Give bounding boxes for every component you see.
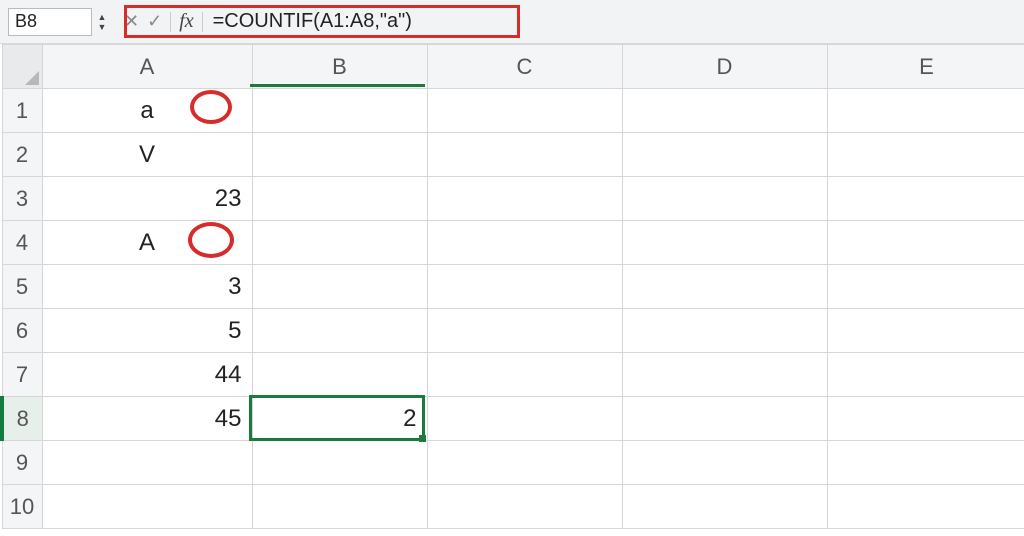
stepper-down-icon[interactable]: ▼ — [94, 22, 110, 32]
enter-icon[interactable]: ✓ — [147, 11, 162, 32]
cell-D7[interactable] — [622, 353, 827, 397]
spreadsheet-grid: A B C D E 1 a 2 V — [0, 44, 1024, 529]
row-header-5[interactable]: 5 — [2, 265, 42, 309]
cell-A7[interactable]: 44 — [42, 353, 252, 397]
row-header-1[interactable]: 1 — [2, 89, 42, 133]
cell-A1[interactable]: a — [42, 89, 252, 133]
cell-C5[interactable] — [427, 265, 622, 309]
cell-A9[interactable] — [42, 441, 252, 485]
row-header-10[interactable]: 10 — [2, 485, 42, 529]
row-header-7[interactable]: 7 — [2, 353, 42, 397]
row-header-8[interactable]: 8 — [2, 397, 42, 441]
row-1: 1 a — [2, 89, 1024, 133]
cell-A5[interactable]: 3 — [42, 265, 252, 309]
cell-B9[interactable] — [252, 441, 427, 485]
cell-A8[interactable]: 45 — [42, 397, 252, 441]
col-header-C[interactable]: C — [427, 45, 622, 89]
cell-B3[interactable] — [252, 177, 427, 221]
cell-C3[interactable] — [427, 177, 622, 221]
col-header-E[interactable]: E — [827, 45, 1024, 89]
cell-A6[interactable]: 5 — [42, 309, 252, 353]
name-box-value: B8 — [15, 11, 37, 32]
cell-E10[interactable] — [827, 485, 1024, 529]
cell-A2[interactable]: V — [42, 133, 252, 177]
cell-E7[interactable] — [827, 353, 1024, 397]
row-9: 9 — [2, 441, 1024, 485]
col-header-D[interactable]: D — [622, 45, 827, 89]
cell-E9[interactable] — [827, 441, 1024, 485]
cell-A10[interactable] — [42, 485, 252, 529]
cell-C8[interactable] — [427, 397, 622, 441]
cell-B6[interactable] — [252, 309, 427, 353]
cell-B8[interactable]: 2 — [252, 397, 427, 441]
cell-C2[interactable] — [427, 133, 622, 177]
cell-A3[interactable]: 23 — [42, 177, 252, 221]
separator — [170, 12, 171, 32]
cell-E4[interactable] — [827, 221, 1024, 265]
fx-icon[interactable]: fx — [179, 10, 193, 33]
cell-B1[interactable] — [252, 89, 427, 133]
cell-C9[interactable] — [427, 441, 622, 485]
row-header-3[interactable]: 3 — [2, 177, 42, 221]
cell-B7[interactable] — [252, 353, 427, 397]
cell-D9[interactable] — [622, 441, 827, 485]
select-all-corner[interactable] — [2, 45, 42, 89]
row-5: 5 3 — [2, 265, 1024, 309]
cell-D10[interactable] — [622, 485, 827, 529]
active-col-indicator — [250, 84, 425, 87]
row-header-6[interactable]: 6 — [2, 309, 42, 353]
cell-D2[interactable] — [622, 133, 827, 177]
column-header-row: A B C D E — [2, 45, 1024, 89]
formula-bar-controls: ✕ ✓ fx — [118, 7, 213, 37]
separator — [202, 12, 203, 32]
cell-B4[interactable] — [252, 221, 427, 265]
cell-B2[interactable] — [252, 133, 427, 177]
cell-C1[interactable] — [427, 89, 622, 133]
cell-B10[interactable] — [252, 485, 427, 529]
cell-E2[interactable] — [827, 133, 1024, 177]
cell-D8[interactable] — [622, 397, 827, 441]
row-3: 3 23 — [2, 177, 1024, 221]
name-box[interactable]: B8 — [8, 8, 92, 36]
row-2: 2 V — [2, 133, 1024, 177]
cancel-icon[interactable]: ✕ — [124, 11, 139, 32]
cell-C6[interactable] — [427, 309, 622, 353]
name-box-stepper[interactable]: ▲ ▼ — [94, 8, 110, 36]
col-header-B[interactable]: B — [252, 45, 427, 89]
row-6: 6 5 — [2, 309, 1024, 353]
stepper-up-icon[interactable]: ▲ — [94, 12, 110, 22]
cell-D6[interactable] — [622, 309, 827, 353]
cell-E1[interactable] — [827, 89, 1024, 133]
cell-C4[interactable] — [427, 221, 622, 265]
cell-E3[interactable] — [827, 177, 1024, 221]
cell-D3[interactable] — [622, 177, 827, 221]
row-header-9[interactable]: 9 — [2, 441, 42, 485]
formula-bar: B8 ▲ ▼ ✕ ✓ fx =COUNTIF(A1:A8,"a") — [0, 0, 1024, 44]
cell-B5[interactable] — [252, 265, 427, 309]
row-8: 8 45 2 — [2, 397, 1024, 441]
row-header-2[interactable]: 2 — [2, 133, 42, 177]
cell-D4[interactable] — [622, 221, 827, 265]
cell-D5[interactable] — [622, 265, 827, 309]
formula-text: =COUNTIF(A1:A8,"a") — [213, 10, 412, 33]
cell-D1[interactable] — [622, 89, 827, 133]
sheet-table: A B C D E 1 a 2 V — [0, 44, 1024, 529]
cell-E5[interactable] — [827, 265, 1024, 309]
row-header-4[interactable]: 4 — [2, 221, 42, 265]
cell-E8[interactable] — [827, 397, 1024, 441]
row-4: 4 A — [2, 221, 1024, 265]
cell-C10[interactable] — [427, 485, 622, 529]
row-10: 10 — [2, 485, 1024, 529]
cell-C7[interactable] — [427, 353, 622, 397]
formula-input[interactable]: =COUNTIF(A1:A8,"a") — [213, 8, 1024, 36]
row-7: 7 44 — [2, 353, 1024, 397]
cell-A4[interactable]: A — [42, 221, 252, 265]
col-header-A[interactable]: A — [42, 45, 252, 89]
cell-E6[interactable] — [827, 309, 1024, 353]
